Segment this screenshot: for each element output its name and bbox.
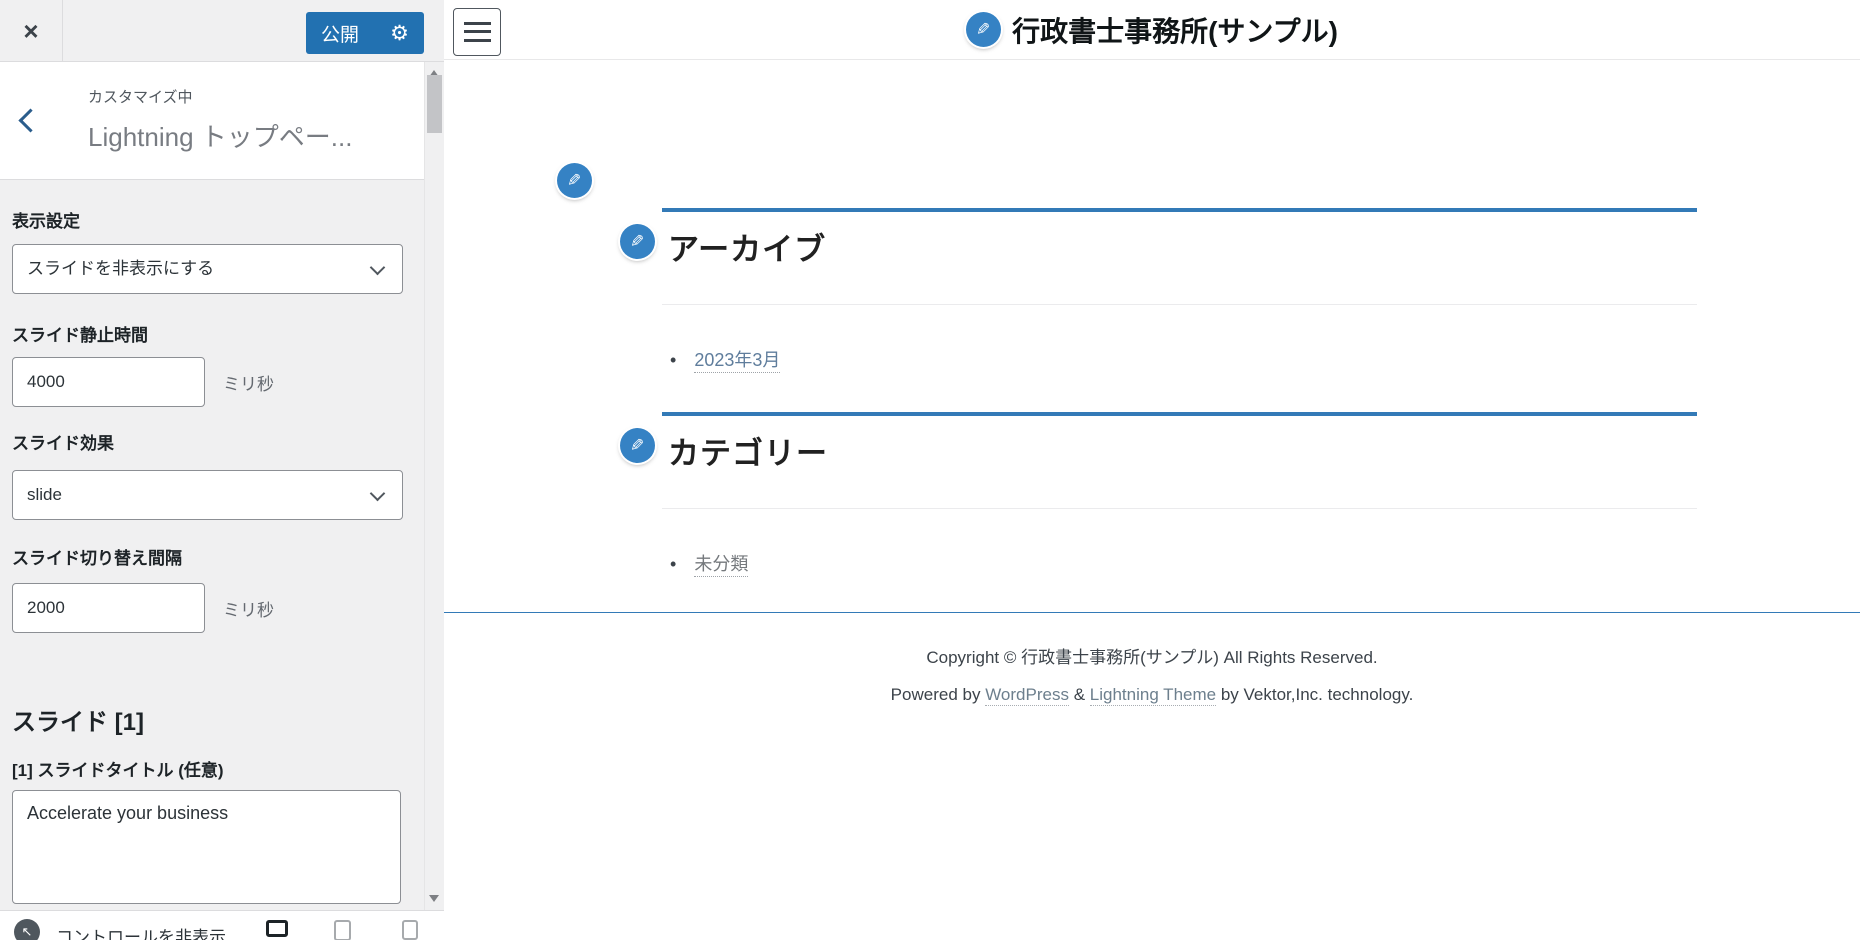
slide-title-label: [1] スライドタイトル (任意) bbox=[12, 756, 224, 781]
slide-interval-row: ミリ秒 bbox=[12, 583, 274, 633]
chevron-left-icon bbox=[18, 108, 42, 132]
slide-interval-unit: ミリ秒 bbox=[223, 596, 274, 621]
archive-widget: ✎ アーカイブ 2023年3月 bbox=[662, 208, 1697, 408]
powered-by-text: Powered by WordPress & Lightning Theme b… bbox=[444, 685, 1860, 705]
powered-suffix: by Vektor,Inc. technology. bbox=[1221, 685, 1413, 704]
list-item: 未分類 bbox=[670, 550, 748, 576]
heading-divider bbox=[662, 508, 1697, 509]
publish-button-label: 公開 bbox=[321, 20, 359, 47]
category-link[interactable]: 未分類 bbox=[694, 554, 748, 577]
sidebar-scrollbar[interactable] bbox=[424, 62, 444, 910]
slide-pause-label: スライド静止時間 bbox=[12, 321, 148, 346]
scroll-down-arrow-icon[interactable] bbox=[429, 895, 439, 902]
slides-section-heading: スライド [1] bbox=[12, 702, 144, 737]
panel-header-text: カスタマイズ中 Lightning トップペー... bbox=[88, 86, 408, 154]
chevron-down-icon bbox=[370, 486, 386, 502]
site-preview: ✎ 行政書士事務所(サンプル) ✎ ✎ アーカイブ 2023年3月 bbox=[444, 0, 1860, 940]
slide-pause-row: ミリ秒 bbox=[12, 357, 274, 407]
slide-effect-label: スライド効果 bbox=[12, 429, 114, 454]
display-setting-label: 表示設定 bbox=[12, 207, 80, 232]
publish-button[interactable]: 公開 ⚙ bbox=[306, 12, 424, 54]
gear-icon[interactable]: ⚙ bbox=[390, 23, 409, 44]
panel-title: Lightning トップペー... bbox=[88, 117, 408, 154]
powered-amp: & bbox=[1074, 685, 1085, 704]
slide-title-textarea[interactable]: Accelerate your business bbox=[12, 790, 401, 904]
preview-tablet-icon[interactable] bbox=[334, 920, 351, 940]
menu-button[interactable] bbox=[453, 8, 501, 56]
close-customizer-button[interactable]: × bbox=[0, 0, 63, 61]
edit-site-title-button[interactable]: ✎ bbox=[966, 12, 1001, 47]
customizer-controls: 表示設定 スライドを非表示にする スライド静止時間 ミリ秒 スライド効果 sli… bbox=[0, 180, 424, 910]
customizer-bottombar: ↖ コントロールを非表示 bbox=[0, 910, 444, 940]
site-title-row: ✎ 行政書士事務所(サンプル) bbox=[966, 10, 1338, 50]
customizer-panel-header: カスタマイズ中 Lightning トップペー... bbox=[0, 62, 424, 180]
site-footer: Copyright © 行政書士事務所(サンプル) All Rights Res… bbox=[444, 612, 1860, 705]
slide-effect-value: slide bbox=[27, 471, 62, 519]
scrollbar-thumb[interactable] bbox=[427, 75, 442, 133]
site-title: 行政書士事務所(サンプル) bbox=[1012, 10, 1338, 50]
wordpress-link[interactable]: WordPress bbox=[985, 685, 1069, 706]
powered-prefix: Powered by bbox=[891, 685, 981, 704]
slide-effect-select[interactable]: slide bbox=[12, 470, 403, 520]
hide-controls-label: コントロールを非表示 bbox=[56, 923, 226, 940]
category-heading: カテゴリー bbox=[668, 428, 828, 473]
customizing-status-label: カスタマイズ中 bbox=[88, 86, 408, 107]
close-icon: × bbox=[23, 18, 38, 44]
slide-interval-input[interactable] bbox=[12, 583, 205, 633]
copyright-text: Copyright © 行政書士事務所(サンプル) All Rights Res… bbox=[444, 643, 1860, 668]
chevron-down-icon bbox=[370, 260, 386, 276]
list-item: 2023年3月 bbox=[670, 346, 780, 372]
category-widget: ✎ カテゴリー 未分類 bbox=[662, 412, 1697, 612]
slide-pause-input[interactable] bbox=[12, 357, 205, 407]
collapse-controls-button[interactable]: ↖ bbox=[14, 919, 40, 940]
pencil-icon: ✎ bbox=[976, 21, 990, 38]
slide-pause-unit: ミリ秒 bbox=[223, 370, 274, 395]
slide-interval-label: スライド切り替え間隔 bbox=[12, 544, 182, 569]
preview-mobile-icon[interactable] bbox=[402, 920, 418, 940]
customizer-topbar: × 公開 ⚙ bbox=[0, 0, 444, 62]
wordpress-customizer: × 公開 ⚙ カスタマイズ中 Lightning トップペー... 表示設定 ス… bbox=[0, 0, 1860, 940]
display-setting-select[interactable]: スライドを非表示にする bbox=[12, 244, 403, 294]
preview-desktop-icon[interactable] bbox=[266, 920, 288, 937]
edit-content-button[interactable]: ✎ bbox=[557, 163, 592, 198]
lightning-theme-link[interactable]: Lightning Theme bbox=[1090, 685, 1216, 706]
archive-heading: アーカイブ bbox=[668, 224, 826, 269]
back-button[interactable] bbox=[0, 62, 60, 179]
collapse-arrow-icon: ↖ bbox=[22, 924, 33, 940]
pencil-icon: ✎ bbox=[630, 437, 644, 454]
heading-divider bbox=[662, 304, 1697, 305]
customizer-sidebar: × 公開 ⚙ カスタマイズ中 Lightning トップペー... 表示設定 ス… bbox=[0, 0, 444, 940]
archive-month-link[interactable]: 2023年3月 bbox=[694, 350, 780, 373]
edit-category-widget-button[interactable]: ✎ bbox=[620, 428, 655, 463]
display-setting-value: スライドを非表示にする bbox=[27, 245, 214, 293]
edit-archive-widget-button[interactable]: ✎ bbox=[620, 224, 655, 259]
pencil-icon: ✎ bbox=[630, 233, 644, 250]
hamburger-icon bbox=[464, 22, 491, 42]
site-header: ✎ 行政書士事務所(サンプル) bbox=[444, 0, 1860, 60]
pencil-icon: ✎ bbox=[567, 172, 581, 189]
